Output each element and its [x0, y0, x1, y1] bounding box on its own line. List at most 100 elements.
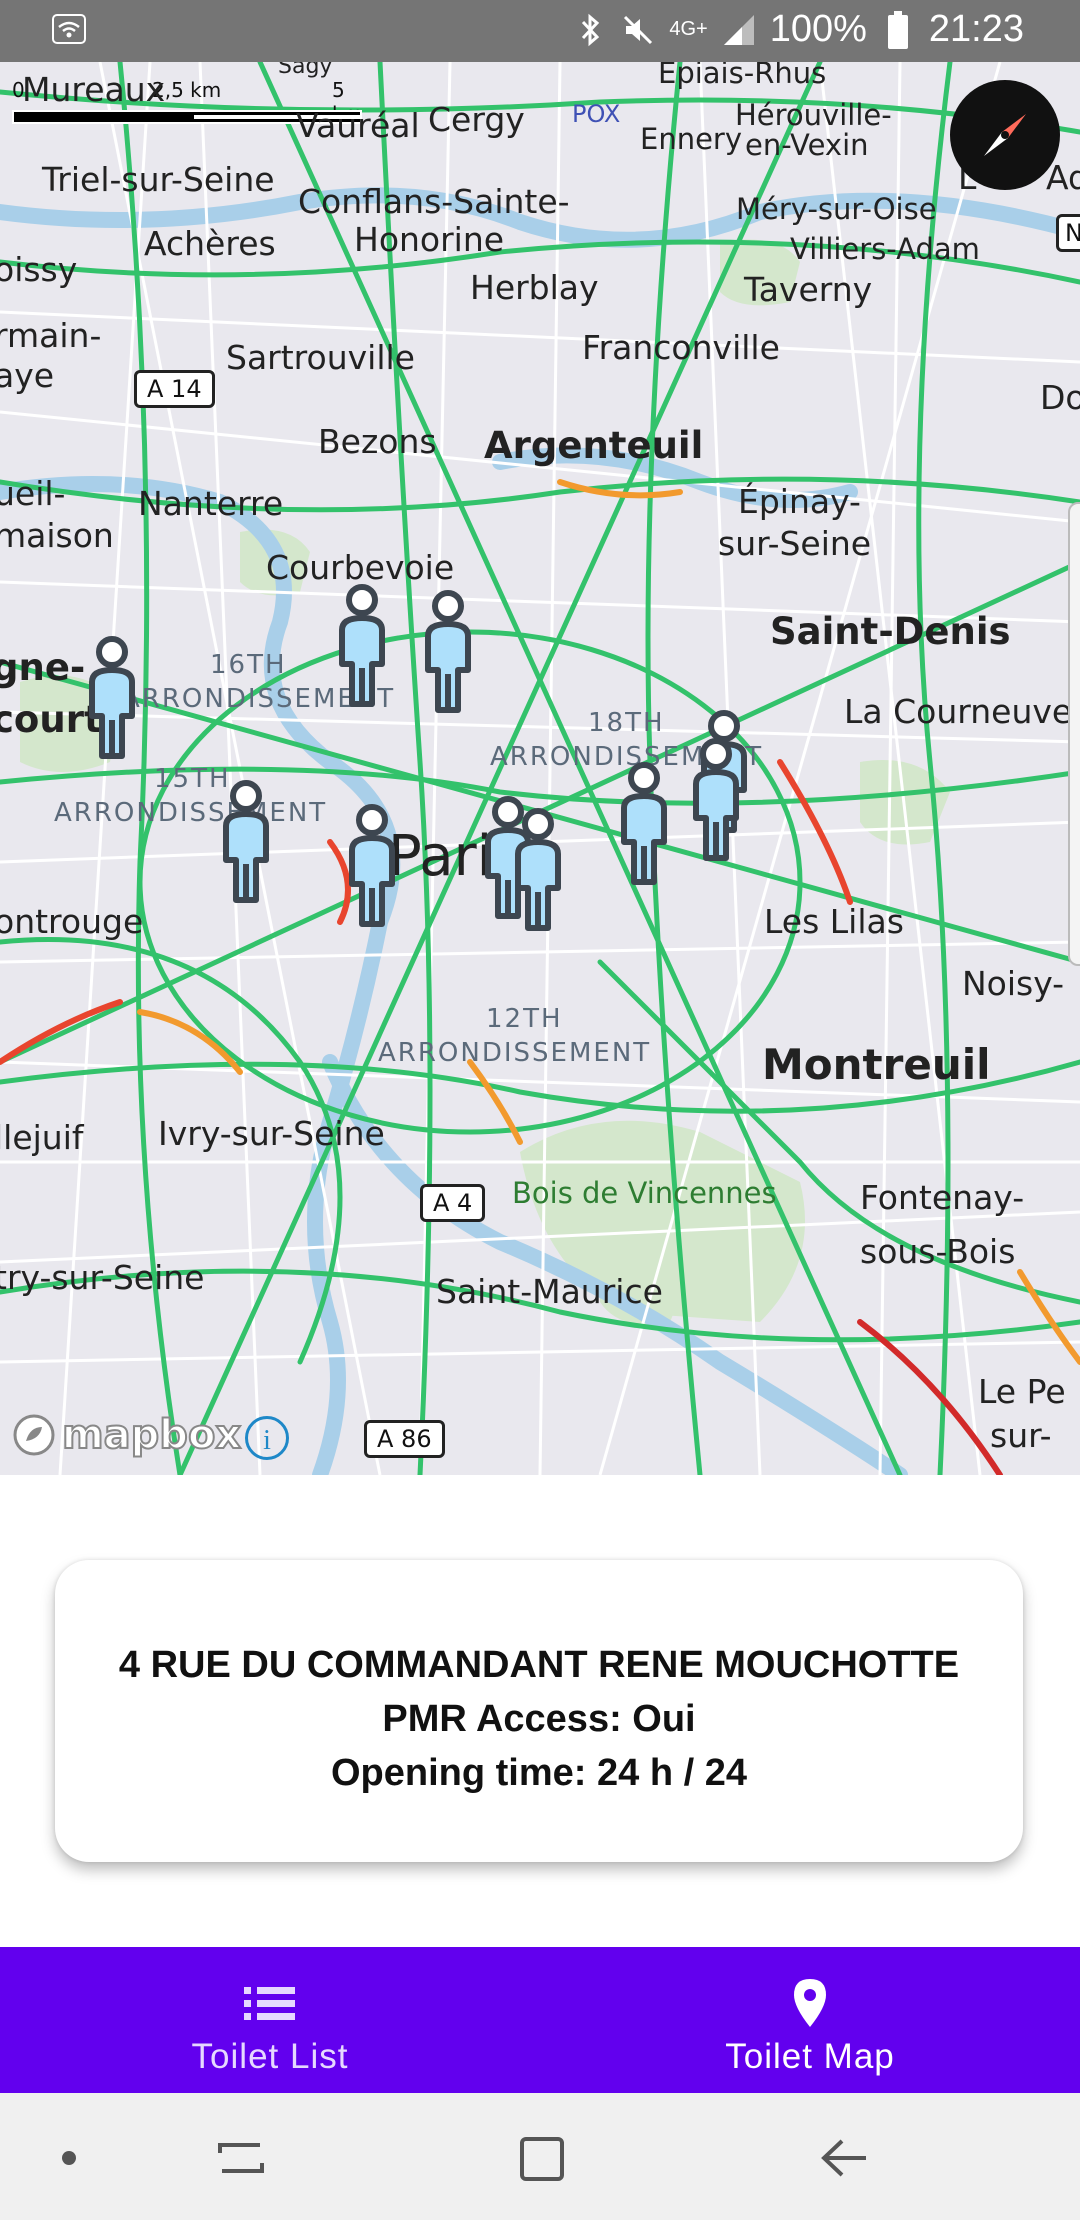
toilet-map[interactable]: 0 2,5 km 5 km Mureaux Vauréal Cergy Épia…	[0, 62, 1080, 1475]
home-icon[interactable]	[506, 2123, 576, 2193]
place-label: La Courneuve	[844, 692, 1073, 731]
toilet-person-icon	[425, 590, 471, 713]
place-label: Ivry-sur-Seine	[158, 1114, 385, 1153]
toilet-opening-time: Opening time: 24 h / 24	[331, 1752, 747, 1794]
nav-toilet-list-label: Toilet List	[191, 2037, 349, 2076]
place-label: gne-	[0, 646, 86, 689]
place-label: sur-Seine	[718, 524, 872, 563]
toilet-info-card[interactable]: 4 RUE DU COMMANDANT RENE MOUCHOTTE PMR A…	[55, 1560, 1023, 1862]
toilet-person-icon	[349, 804, 395, 927]
road-shield-a86: A 86	[364, 1420, 445, 1458]
road-shield: N	[1056, 214, 1080, 252]
place-label: Fontenay-	[860, 1178, 1025, 1217]
place-label: Saint-Maurice	[436, 1272, 663, 1311]
mapbox-wordmark: mapbox	[61, 1411, 242, 1459]
back-icon[interactable]	[810, 2123, 880, 2193]
toilet-address: 4 RUE DU COMMANDANT RENE MOUCHOTTE	[118, 1644, 960, 1686]
toilet-marker[interactable]	[686, 736, 746, 866]
place-label: Argenteuil	[484, 424, 704, 467]
toilet-person-icon	[339, 584, 385, 707]
mapbox-icon	[13, 1414, 55, 1456]
nav-toilet-map-label: Toilet Map	[725, 2037, 895, 2076]
road-shield-a14: A 14	[134, 370, 215, 408]
place-label: try-sur-Seine	[0, 1258, 205, 1297]
wifi-icon	[52, 14, 86, 44]
toilet-marker[interactable]	[342, 802, 402, 932]
place-label: POX	[572, 100, 621, 128]
place-label: Triel-sur-Seine	[42, 160, 275, 199]
arrondissement-label: ARRONDISSEMENT	[54, 798, 328, 828]
place-label: Herblay	[470, 268, 599, 307]
place-label: ueil-	[0, 474, 66, 513]
place-label: ontrouge	[0, 902, 144, 941]
place-label: Sagy	[278, 62, 333, 79]
place-label: Sartrouville	[226, 338, 415, 377]
place-label: Pari	[388, 824, 493, 889]
place-label: Le Pe	[978, 1372, 1066, 1411]
place-label: Bezons	[318, 422, 437, 461]
toilet-marker[interactable]	[508, 806, 568, 936]
place-label: Villiers-Adam	[790, 232, 980, 266]
place-label: Franconville	[582, 328, 780, 367]
place-label: oissy	[0, 250, 78, 289]
place-label: Épiais-Rhus	[658, 62, 827, 90]
place-label: Mureaux	[22, 70, 166, 109]
place-label: Achères	[144, 224, 276, 263]
clock: 21:23	[928, 8, 1024, 50]
place-label: Saint-Denis	[770, 610, 1011, 653]
battery-icon	[881, 10, 915, 50]
mute-icon	[621, 10, 655, 50]
toilet-marker[interactable]	[216, 778, 276, 908]
map-pin-icon	[794, 1979, 826, 2027]
place-label: rmain-	[0, 316, 102, 355]
nav-toilet-map[interactable]: Toilet Map	[540, 1947, 1080, 2093]
place-label: Honorine	[354, 220, 505, 259]
place-label: Épinay-	[738, 482, 861, 521]
attribution-info-icon[interactable]: i	[245, 1416, 289, 1460]
list-icon	[244, 1987, 295, 2020]
bottom-navigation: Toilet List Toilet Map	[0, 1947, 1080, 2093]
toilet-pmr-access: PMR Access: Oui	[382, 1698, 696, 1740]
place-label: Hérouville-	[735, 98, 892, 132]
mapbox-logo[interactable]: mapbox	[12, 1411, 242, 1459]
arrondissement-label: 16TH	[210, 650, 287, 680]
arrondissement-label: ARRONDISSEMENT	[378, 1038, 652, 1068]
place-label: Taverny	[744, 270, 873, 309]
network-type: 4G+	[669, 18, 708, 40]
place-label: Conflans-Sainte-	[298, 182, 570, 221]
toilet-marker[interactable]	[418, 588, 478, 718]
toilet-person-icon	[223, 780, 269, 903]
place-label: en-Vexin	[745, 128, 869, 162]
place-label: Ennery	[640, 122, 743, 156]
place-label: Méry-sur-Oise	[736, 192, 937, 226]
place-label: maison	[0, 516, 114, 555]
place-label: llejuif	[0, 1118, 84, 1157]
place-label: Nanterre	[138, 484, 284, 523]
compass-icon	[984, 114, 1026, 156]
system-navigation-bar	[0, 2093, 1080, 2220]
place-label: sous-Bois	[860, 1232, 1016, 1271]
place-label: Montreuil	[762, 1040, 991, 1089]
place-label: sur-	[990, 1416, 1052, 1455]
map-side-panel-handle[interactable]	[1068, 502, 1080, 966]
toilet-person-icon	[693, 738, 739, 861]
place-label: Les Lilas	[764, 902, 904, 941]
recents-icon[interactable]	[206, 2123, 276, 2193]
place-label: Do	[1040, 378, 1080, 417]
place-label: aye	[0, 356, 55, 395]
signal-icon	[722, 10, 756, 50]
bluetooth-icon	[573, 10, 607, 50]
place-label: Vauréal	[296, 106, 420, 145]
toilet-marker[interactable]	[82, 634, 142, 764]
toilet-person-icon	[515, 808, 561, 931]
nav-toilet-list[interactable]: Toilet List	[0, 1947, 540, 2093]
place-label: Cergy	[428, 100, 525, 139]
compass-button[interactable]	[950, 80, 1060, 190]
toilet-marker[interactable]	[614, 760, 674, 890]
dot-icon[interactable]	[34, 2123, 104, 2193]
battery-percent: 100%	[769, 8, 867, 50]
toilet-person-icon	[621, 762, 667, 885]
place-label: Bois de Vincennes	[512, 1176, 777, 1210]
arrondissement-label: 18TH	[588, 708, 665, 738]
toilet-marker[interactable]	[332, 582, 392, 712]
